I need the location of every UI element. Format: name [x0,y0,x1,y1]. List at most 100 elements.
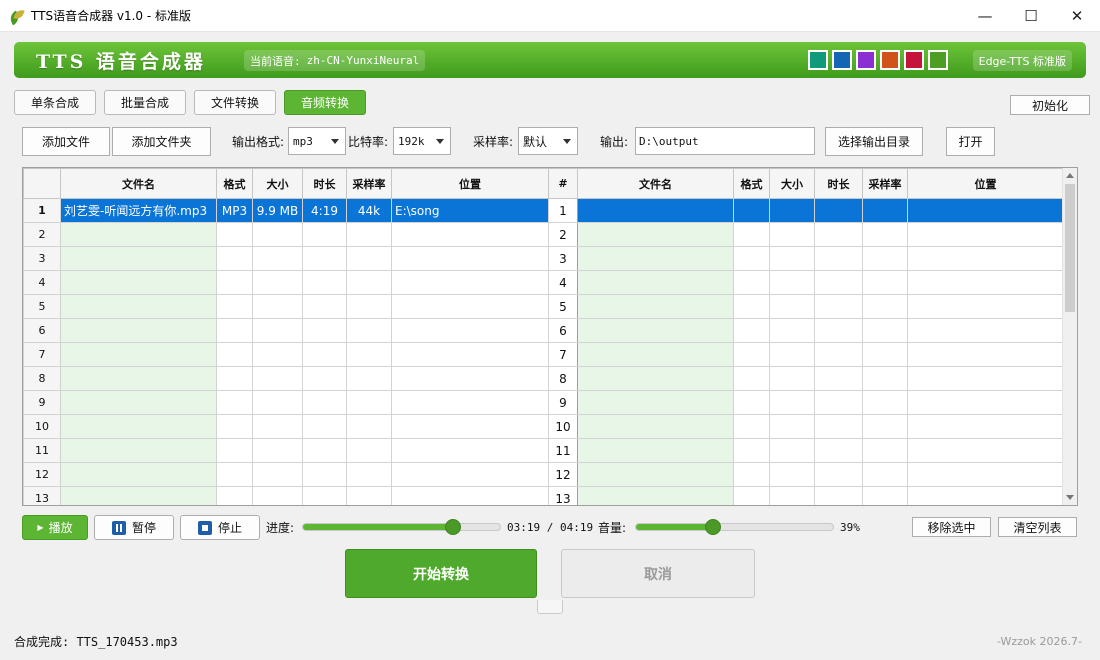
cell-format[interactable] [216,342,253,367]
cell-out-samplerate[interactable] [862,366,908,391]
corner-header[interactable] [23,168,61,199]
cell-out-location[interactable] [907,318,1064,343]
progress-handle[interactable] [445,519,462,535]
col-header-duration[interactable]: 时长 [302,168,347,199]
start-convert-button[interactable]: 开始转换 [345,549,537,598]
row-number[interactable]: 2 [23,222,61,247]
cell-out-size[interactable] [769,222,815,247]
samplerate-select[interactable]: 默认 [518,127,578,155]
cell-out-size[interactable] [769,198,815,223]
cell-filename[interactable] [60,486,217,505]
cell-format[interactable] [216,222,253,247]
cell-out-duration[interactable] [814,414,863,439]
col-header-format[interactable]: 格式 [216,168,253,199]
cell-duration[interactable] [302,414,347,439]
bitrate-select[interactable]: 192k [393,127,451,155]
cell-location[interactable] [391,318,549,343]
row-number[interactable]: 11 [23,438,61,463]
cell-size[interactable] [252,390,303,415]
row-number[interactable]: 13 [23,486,61,505]
cell-filename[interactable] [60,438,217,463]
cell-out-filename[interactable] [577,270,734,295]
cell-size[interactable] [252,294,303,319]
table-row[interactable]: 10 10 [23,414,1064,439]
cell-duration[interactable]: 4:19 [302,198,347,223]
scroll-thumb[interactable] [1065,184,1075,312]
cell-samplerate[interactable] [346,246,392,271]
cell-format[interactable] [216,294,253,319]
cell-format[interactable] [216,414,253,439]
col-header-index[interactable]: # [548,168,578,199]
table-row[interactable]: 66 [23,318,1064,343]
cell-out-duration[interactable] [814,270,863,295]
theme-swatch-orange[interactable] [880,50,900,70]
cell-format[interactable] [216,366,253,391]
cell-filename[interactable] [60,222,217,247]
cell-location[interactable] [391,270,549,295]
cancel-button[interactable]: 取消 [561,549,755,598]
cell-format[interactable] [216,246,253,271]
cell-out-format[interactable] [733,222,770,247]
cell-out-format[interactable] [733,462,770,487]
cell-out-filename[interactable] [577,342,734,367]
cell-out-format[interactable] [733,270,770,295]
grid-scrollbar[interactable] [1062,168,1077,505]
cell-out-duration[interactable] [814,222,863,247]
cell-out-size[interactable] [769,438,815,463]
cell-size[interactable] [252,270,303,295]
cell-out-samplerate[interactable] [862,294,908,319]
pause-button[interactable]: 暂停 [94,515,174,540]
theme-swatch-purple[interactable] [856,50,876,70]
row-number[interactable]: 9 [23,390,61,415]
cell-out-format[interactable] [733,198,770,223]
init-button[interactable]: 初始化 [1010,95,1090,115]
cell-samplerate[interactable] [346,414,392,439]
col-header-out-location[interactable]: 位置 [907,168,1064,199]
table-row[interactable]: 33 [23,246,1064,271]
choose-output-dir-button[interactable]: 选择输出目录 [825,127,923,156]
cell-out-duration[interactable] [814,390,863,415]
cell-out-duration[interactable] [814,462,863,487]
tab-single[interactable]: 单条合成 [14,90,96,115]
cell-duration[interactable] [302,246,347,271]
cell-out-filename[interactable] [577,318,734,343]
cell-out-location[interactable] [907,246,1064,271]
cell-filename[interactable] [60,462,217,487]
cell-out-location[interactable] [907,342,1064,367]
cell-format[interactable] [216,462,253,487]
theme-swatch-green[interactable] [928,50,948,70]
cell-duration[interactable] [302,438,347,463]
cell-out-size[interactable] [769,414,815,439]
cell-out-format[interactable] [733,342,770,367]
cell-out-size[interactable] [769,462,815,487]
cell-size[interactable] [252,342,303,367]
cell-out-size[interactable] [769,342,815,367]
cell-out-format[interactable] [733,246,770,271]
cell-samplerate[interactable] [346,390,392,415]
cell-samplerate[interactable] [346,438,392,463]
table-row[interactable]: 12 12 [23,462,1064,487]
theme-swatch-red[interactable] [904,50,924,70]
cell-filename[interactable] [60,414,217,439]
scroll-down-icon[interactable] [1066,495,1074,500]
cell-out-samplerate[interactable] [862,318,908,343]
cell-out-filename[interactable] [577,438,734,463]
play-button[interactable]: ▶ 播放 [22,515,88,540]
table-row[interactable]: 99 [23,390,1064,415]
col-header-out-samplerate[interactable]: 采样率 [862,168,908,199]
cell-out-filename[interactable] [577,390,734,415]
add-file-button[interactable]: 添加文件 [22,127,110,156]
col-header-out-filename[interactable]: 文件名 [577,168,734,199]
cell-location[interactable]: E:\song [391,198,549,223]
cell-duration[interactable] [302,270,347,295]
theme-swatch-blue[interactable] [832,50,852,70]
cell-out-location[interactable] [907,462,1064,487]
cell-out-size[interactable] [769,318,815,343]
cell-duration[interactable] [302,486,347,505]
cell-duration[interactable] [302,222,347,247]
cell-out-location[interactable] [907,438,1064,463]
col-header-out-size[interactable]: 大小 [769,168,815,199]
cell-location[interactable] [391,462,549,487]
cell-out-format[interactable] [733,486,770,505]
cell-out-samplerate[interactable] [862,270,908,295]
